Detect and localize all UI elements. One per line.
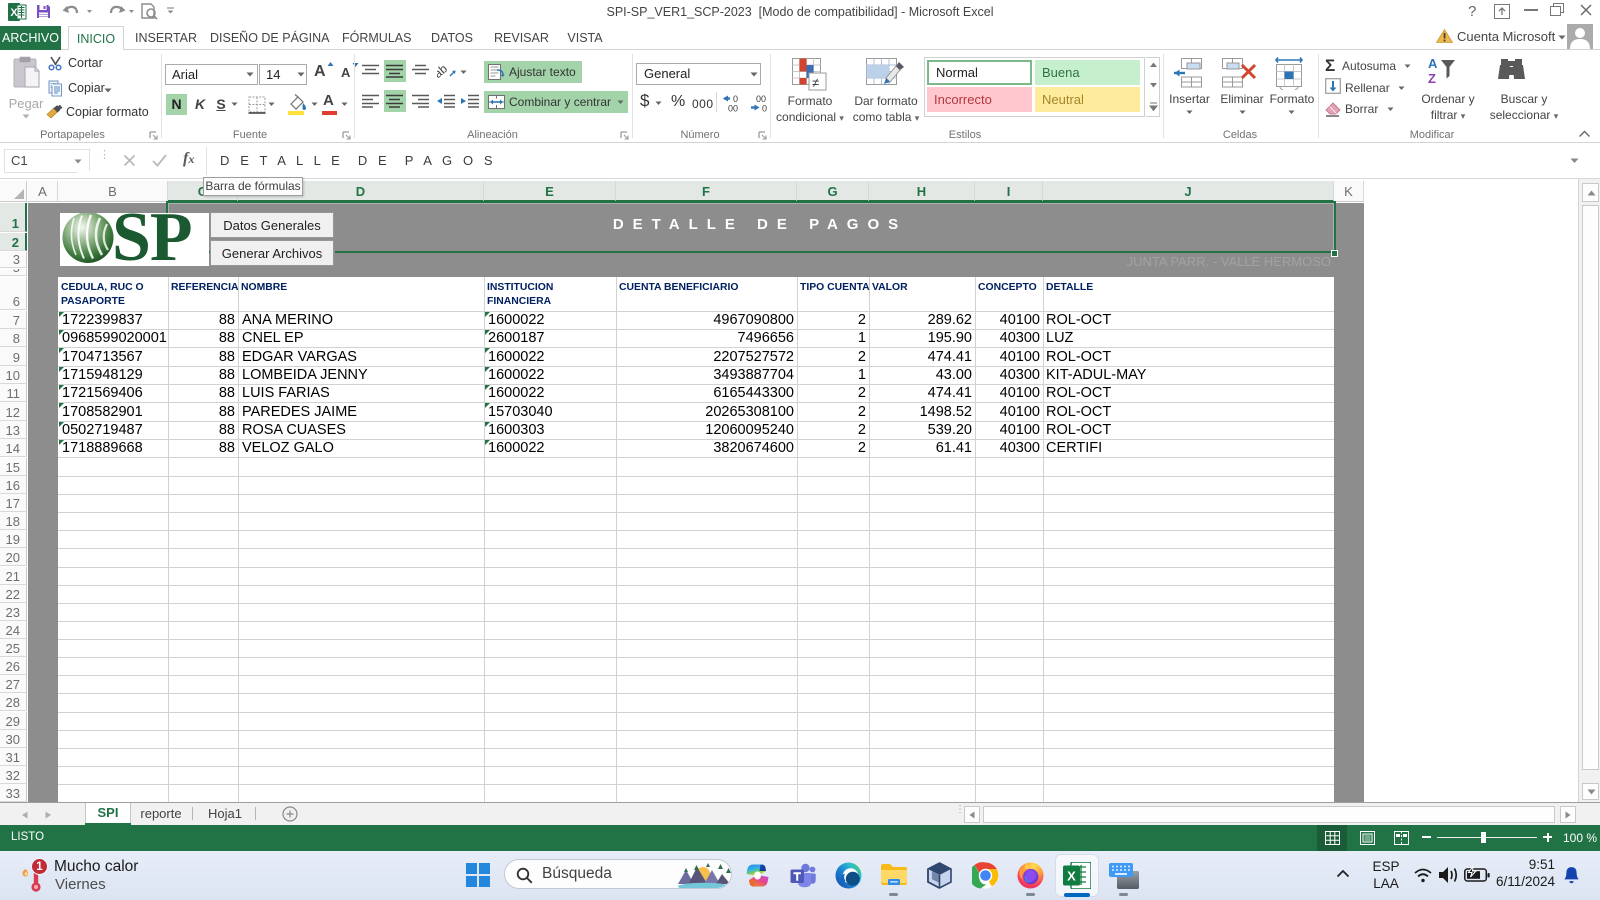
svg-text:ab: ab <box>437 62 450 80</box>
svg-text:Z: Z <box>1428 71 1436 86</box>
svg-text:A: A <box>1428 56 1438 71</box>
svg-text:00: 00 <box>756 94 766 104</box>
svg-text:00: 00 <box>728 104 738 113</box>
svg-text:X: X <box>1067 869 1076 884</box>
svg-text:0: 0 <box>762 104 767 113</box>
svg-text:0: 0 <box>733 94 738 104</box>
svg-text:≠: ≠ <box>812 75 819 90</box>
svg-text:SP: SP <box>112 213 192 266</box>
